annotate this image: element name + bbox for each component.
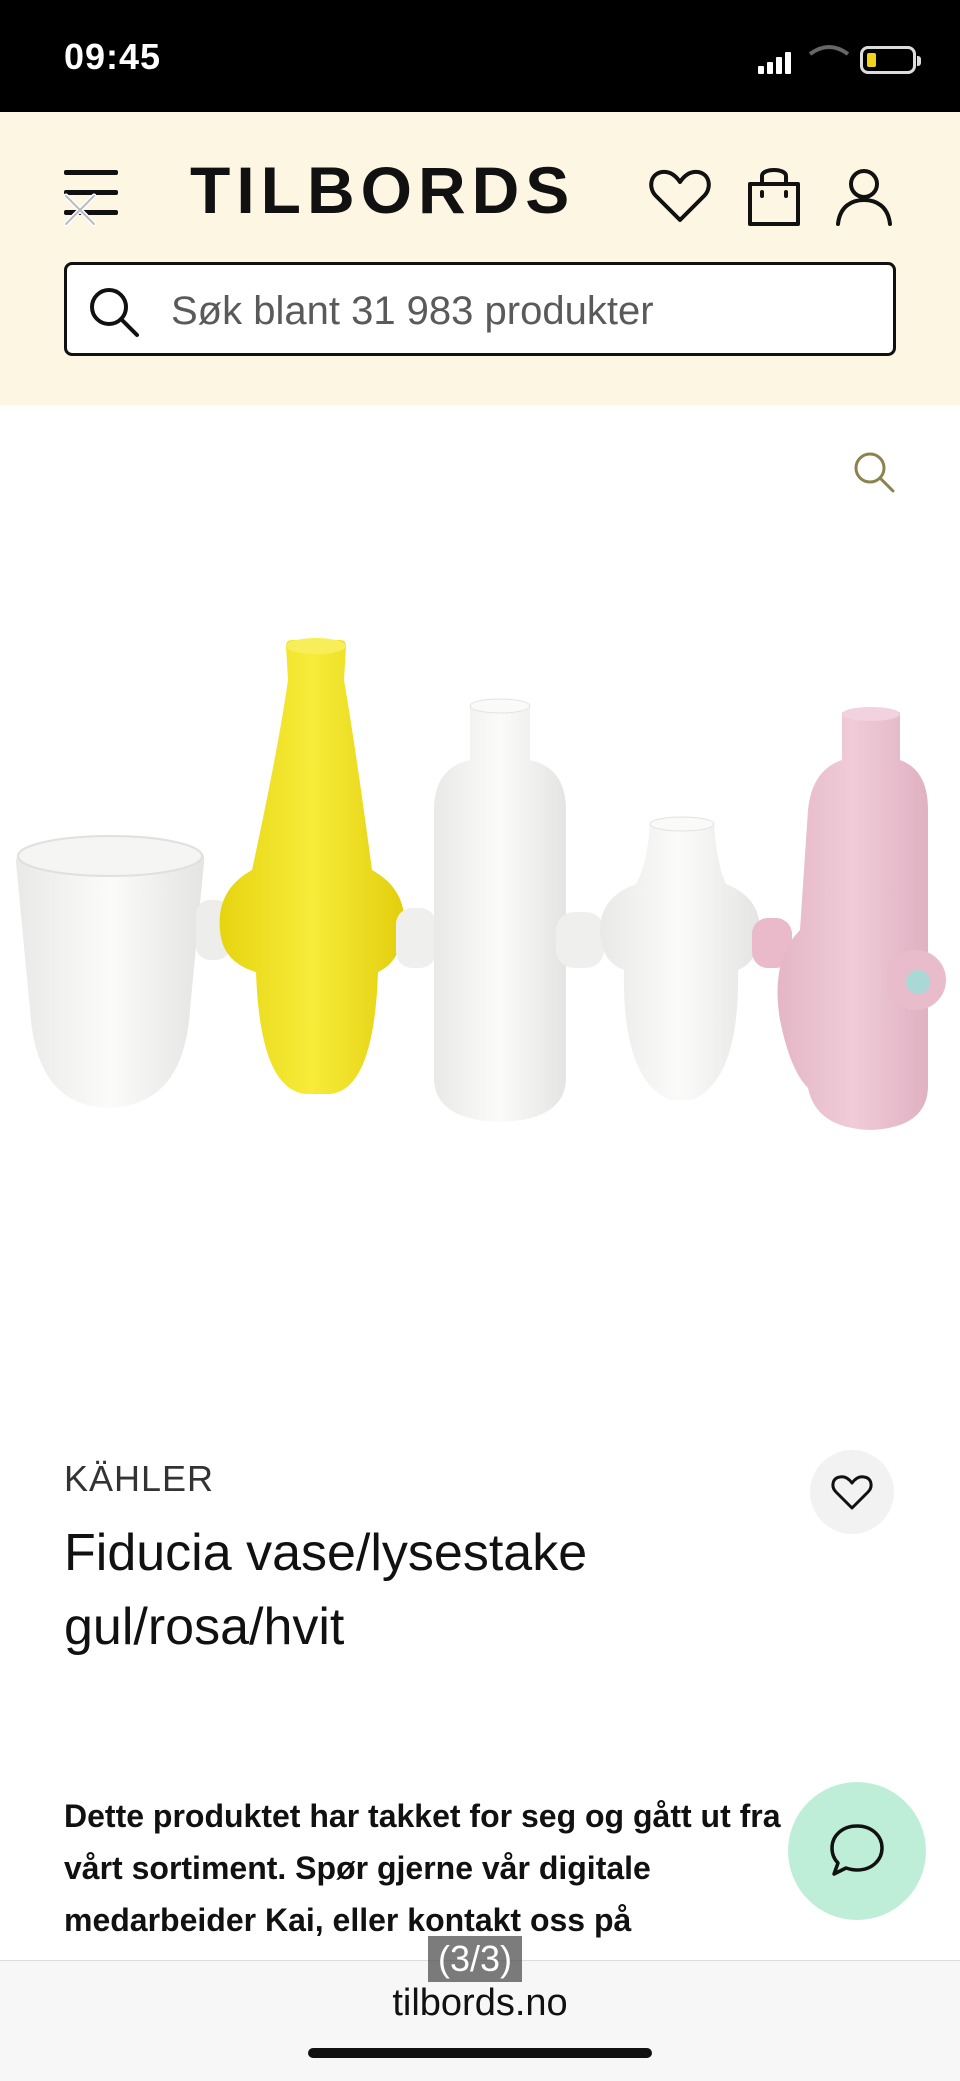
page-counter: (3/3) [428, 1936, 523, 1982]
status-bar: 09:45 [0, 0, 960, 112]
product-description: Dette produktet har takket for seg og gå… [64, 1798, 781, 1938]
product-image[interactable] [0, 600, 960, 1160]
heart-icon[interactable] [646, 162, 714, 230]
chat-bubble-icon [830, 1824, 884, 1876]
signal-icon [758, 52, 798, 74]
site-logo[interactable]: TILBORDS [190, 152, 575, 228]
user-icon[interactable] [830, 162, 898, 230]
search-icon [90, 288, 139, 337]
chat-button[interactable] [788, 1782, 926, 1920]
wifi-icon [808, 45, 850, 56]
browser-url[interactable]: tilbords.no [0, 1982, 960, 2025]
product-title: Fiducia vase/lysestake gul/rosa/hvit [64, 1524, 588, 1656]
home-indicator[interactable] [308, 2048, 652, 2058]
search-field[interactable]: Søk blant 31 983 produkter [64, 262, 896, 356]
add-to-favorites-button[interactable] [810, 1450, 894, 1534]
search-placeholder: Søk blant 31 983 produkter [171, 289, 654, 333]
shopping-bag-icon[interactable] [740, 162, 808, 230]
battery-icon [860, 46, 921, 74]
heart-icon [831, 1475, 873, 1510]
status-time: 09:45 [64, 36, 162, 77]
close-icon[interactable] [62, 192, 98, 228]
product-brand[interactable]: KÄHLER [64, 1458, 214, 1500]
zoom-icon[interactable] [852, 450, 896, 494]
